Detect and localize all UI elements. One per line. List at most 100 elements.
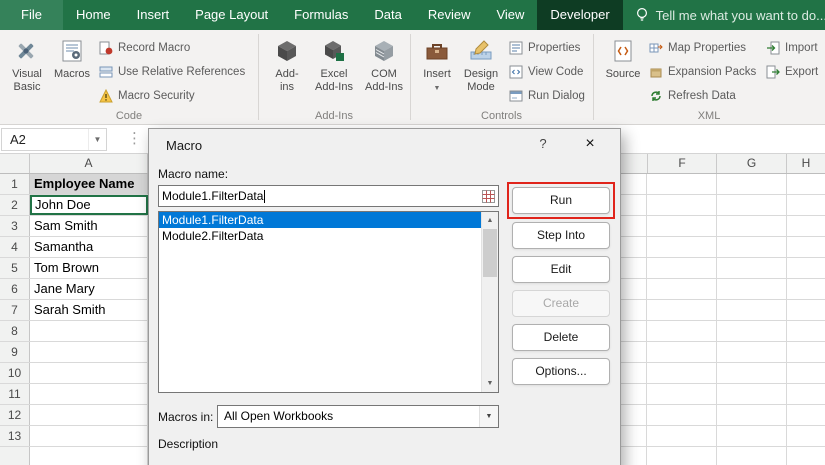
help-icon[interactable]: ? xyxy=(526,129,560,159)
list-scrollbar[interactable]: ▲ ▼ xyxy=(481,212,498,392)
cell-a4[interactable]: Samantha xyxy=(30,237,148,257)
cell-a1[interactable]: Employee Name xyxy=(30,174,148,194)
excel-add-ins-label: Excel Add-Ins xyxy=(310,68,358,94)
macro-dialog: Macro ? × Macro name: Module1.FilterData… xyxy=(148,128,621,465)
import-button[interactable]: Import xyxy=(765,38,818,58)
tab-developer[interactable]: Developer xyxy=(537,0,622,30)
cell-a9[interactable] xyxy=(30,342,148,362)
dropdown-arrow-icon[interactable]: ▼ xyxy=(479,406,498,427)
step-into-button[interactable]: Step Into xyxy=(512,222,610,249)
cell-a2-selected[interactable]: John Doe xyxy=(30,195,148,215)
column-header-h[interactable]: H xyxy=(787,154,825,173)
xml-source-button[interactable]: Source xyxy=(602,32,644,120)
use-relative-references-button[interactable]: Use Relative References xyxy=(98,62,245,82)
gridline xyxy=(716,174,717,465)
select-all-corner[interactable] xyxy=(0,154,30,173)
macro-list-item[interactable]: Module2.FilterData xyxy=(159,228,481,244)
xml-source-label: Source xyxy=(606,68,641,81)
cell-a8[interactable] xyxy=(30,321,148,341)
tab-review[interactable]: Review xyxy=(415,0,484,30)
tab-file[interactable]: File xyxy=(0,0,63,30)
row-header[interactable]: 9 xyxy=(0,342,30,362)
macros-button[interactable]: Macros xyxy=(50,32,94,120)
cell-a6[interactable]: Jane Mary xyxy=(30,279,148,299)
group-label-addins: Add-Ins xyxy=(258,110,410,122)
cell-a13[interactable] xyxy=(30,426,148,446)
edit-button[interactable]: Edit xyxy=(512,256,610,283)
record-macro-button[interactable]: Record Macro xyxy=(98,38,190,58)
name-box[interactable]: A2 ▼ xyxy=(1,128,107,151)
row-header[interactable]: 10 xyxy=(0,363,30,383)
excel-add-ins-button[interactable]: Excel Add-Ins xyxy=(310,32,358,120)
row-header[interactable]: 11 xyxy=(0,384,30,404)
name-box-dropdown-icon[interactable]: ▼ xyxy=(88,129,106,150)
tab-view[interactable]: View xyxy=(483,0,537,30)
row-header[interactable]: 12 xyxy=(0,405,30,425)
tab-home[interactable]: Home xyxy=(63,0,124,30)
row-header[interactable]: 13 xyxy=(0,426,30,446)
tab-formulas[interactable]: Formulas xyxy=(281,0,361,30)
row-header[interactable] xyxy=(0,447,30,465)
macro-list: Module1.FilterData Module2.FilterData ▲ … xyxy=(158,211,499,393)
row-header[interactable]: 2 xyxy=(0,195,30,215)
design-mode-icon xyxy=(467,37,495,65)
options-button[interactable]: Options... xyxy=(512,358,610,385)
tab-insert[interactable]: Insert xyxy=(124,0,183,30)
properties-button[interactable]: Properties xyxy=(508,38,580,58)
add-ins-button[interactable]: Add-ins xyxy=(270,32,304,120)
tab-page-layout[interactable]: Page Layout xyxy=(182,0,281,30)
row-header[interactable]: 3 xyxy=(0,216,30,236)
visual-basic-button[interactable]: Visual Basic xyxy=(4,32,50,120)
macro-list-item[interactable]: Module1.FilterData xyxy=(159,212,481,228)
add-ins-icon xyxy=(273,37,301,65)
scrollbar-thumb[interactable] xyxy=(483,229,497,277)
column-header-f[interactable]: F xyxy=(647,154,717,173)
record-macro-label: Record Macro xyxy=(118,42,190,54)
tell-me-box[interactable]: Tell me what you want to do... xyxy=(635,0,825,30)
cell-a5[interactable]: Tom Brown xyxy=(30,258,148,278)
row-header[interactable]: 8 xyxy=(0,321,30,341)
delete-button[interactable]: Delete xyxy=(512,324,610,351)
expansion-packs-label: Expansion Packs xyxy=(668,66,756,78)
view-code-button[interactable]: View Code xyxy=(508,62,583,82)
run-button[interactable]: Run xyxy=(512,187,610,214)
visual-basic-icon xyxy=(13,37,41,65)
cell-a11[interactable] xyxy=(30,384,148,404)
com-add-ins-button[interactable]: COM Add-Ins xyxy=(361,32,407,120)
row-header[interactable]: 6 xyxy=(0,279,30,299)
macros-in-dropdown[interactable]: All Open Workbooks ▼ xyxy=(217,405,499,428)
run-dialog-button[interactable]: Run Dialog xyxy=(508,86,585,106)
range-selector-icon[interactable] xyxy=(482,190,495,203)
scroll-up-icon[interactable]: ▲ xyxy=(482,212,498,229)
formula-bar-handle-icon[interactable]: ⋮ xyxy=(127,129,142,147)
cell-a7[interactable]: Sarah Smith xyxy=(30,300,148,320)
map-properties-button[interactable]: Map Properties xyxy=(648,38,746,58)
tab-data[interactable]: Data xyxy=(361,0,414,30)
ribbon-group-controls: Insert ▼ Design Mode Properties View Co xyxy=(410,30,593,124)
scroll-down-icon[interactable]: ▼ xyxy=(482,375,498,392)
row-header[interactable]: 4 xyxy=(0,237,30,257)
macro-name-input[interactable]: Module1.FilterData xyxy=(158,185,499,207)
column-header-a[interactable]: A xyxy=(30,154,148,173)
design-mode-button[interactable]: Design Mode xyxy=(458,32,504,120)
cell-a10[interactable] xyxy=(30,363,148,383)
macro-security-button[interactable]: Macro Security xyxy=(98,86,195,106)
row-header[interactable]: 7 xyxy=(0,300,30,320)
view-code-icon xyxy=(508,65,523,80)
insert-dropdown-arrow-icon: ▼ xyxy=(434,82,441,95)
refresh-data-button[interactable]: Refresh Data xyxy=(648,86,736,106)
cell-a12[interactable] xyxy=(30,405,148,425)
lightbulb-icon xyxy=(635,7,649,23)
macro-name-value: Module1.FilterData xyxy=(162,189,263,203)
ribbon: Visual Basic Macros Record Macro Use Rel… xyxy=(0,30,825,125)
cell-a3[interactable]: Sam Smith xyxy=(30,216,148,236)
column-header-g[interactable]: G xyxy=(717,154,787,173)
export-button[interactable]: Export xyxy=(765,62,818,82)
close-icon[interactable]: × xyxy=(572,129,608,159)
insert-controls-button[interactable]: Insert ▼ xyxy=(418,32,456,120)
row-header[interactable]: 5 xyxy=(0,258,30,278)
expansion-packs-button[interactable]: Expansion Packs xyxy=(648,62,756,82)
row-header[interactable]: 1 xyxy=(0,174,30,194)
cell[interactable] xyxy=(30,447,148,465)
ribbon-group-code: Visual Basic Macros Record Macro Use Rel… xyxy=(0,30,258,124)
